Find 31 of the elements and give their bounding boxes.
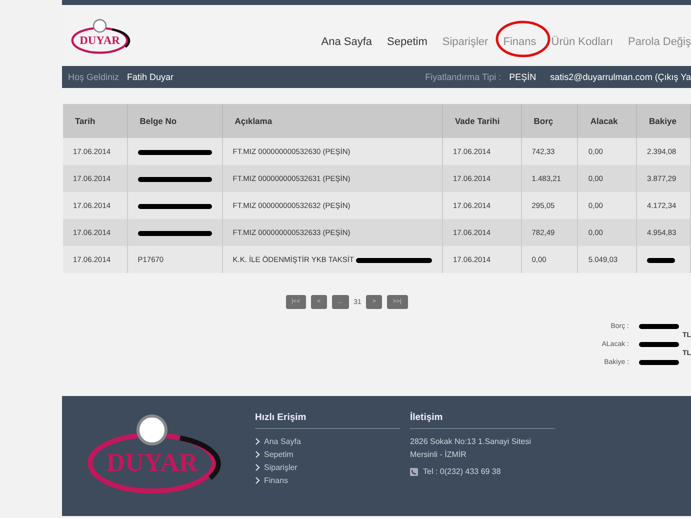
welcome-label: Hoş Geldiniz (68, 72, 120, 82)
footer-heading: İletişim (410, 412, 555, 429)
footer-link[interactable]: Siparişler (264, 463, 298, 472)
pricing-value: PEŞİN (509, 72, 536, 82)
address-line: 2826 Sokak No:13 1.Sanayi Sitesi (410, 437, 532, 446)
column-header: Belge No (127, 104, 222, 138)
nav-link[interactable]: Sepetim (387, 36, 428, 48)
column-header: Açıklama (222, 104, 442, 138)
column-header: Borç (521, 104, 578, 138)
nav-link[interactable]: Finans (503, 36, 536, 48)
footer-link[interactable]: Finans (264, 476, 288, 485)
column-header: Bakiye (636, 104, 690, 138)
address-line: Mersinli - İZMİR (410, 450, 468, 459)
phone-icon (410, 468, 418, 476)
column-header: Alacak (578, 104, 637, 138)
redaction-mark (639, 324, 679, 329)
nav-link[interactable]: Siparişler (442, 36, 488, 48)
redaction-mark (639, 360, 679, 365)
footer-heading: Hızlı Erişim (255, 412, 400, 429)
phone-number: Tel : 0(232) 433 69 38 (423, 467, 501, 476)
column-header: Tarih (63, 104, 128, 138)
redaction-mark (639, 342, 679, 347)
nav-link[interactable]: Ana Sayfa (321, 36, 372, 48)
column-header: Vade Tarihi (442, 104, 522, 138)
user-email[interactable]: satis2@duyarrulman.com (Çıkış Ya (550, 72, 691, 82)
footer-link[interactable]: Sepetim (264, 450, 294, 459)
user-name: Fatih Duyar (127, 72, 174, 82)
nav-link[interactable]: Parola Değiş (628, 36, 691, 48)
footer-link[interactable]: Ana Sayfa (264, 437, 301, 446)
pricing-label: Fiyatlandırma Tipi : (425, 72, 502, 82)
nav-link[interactable]: Ürün Kodları (551, 36, 614, 48)
